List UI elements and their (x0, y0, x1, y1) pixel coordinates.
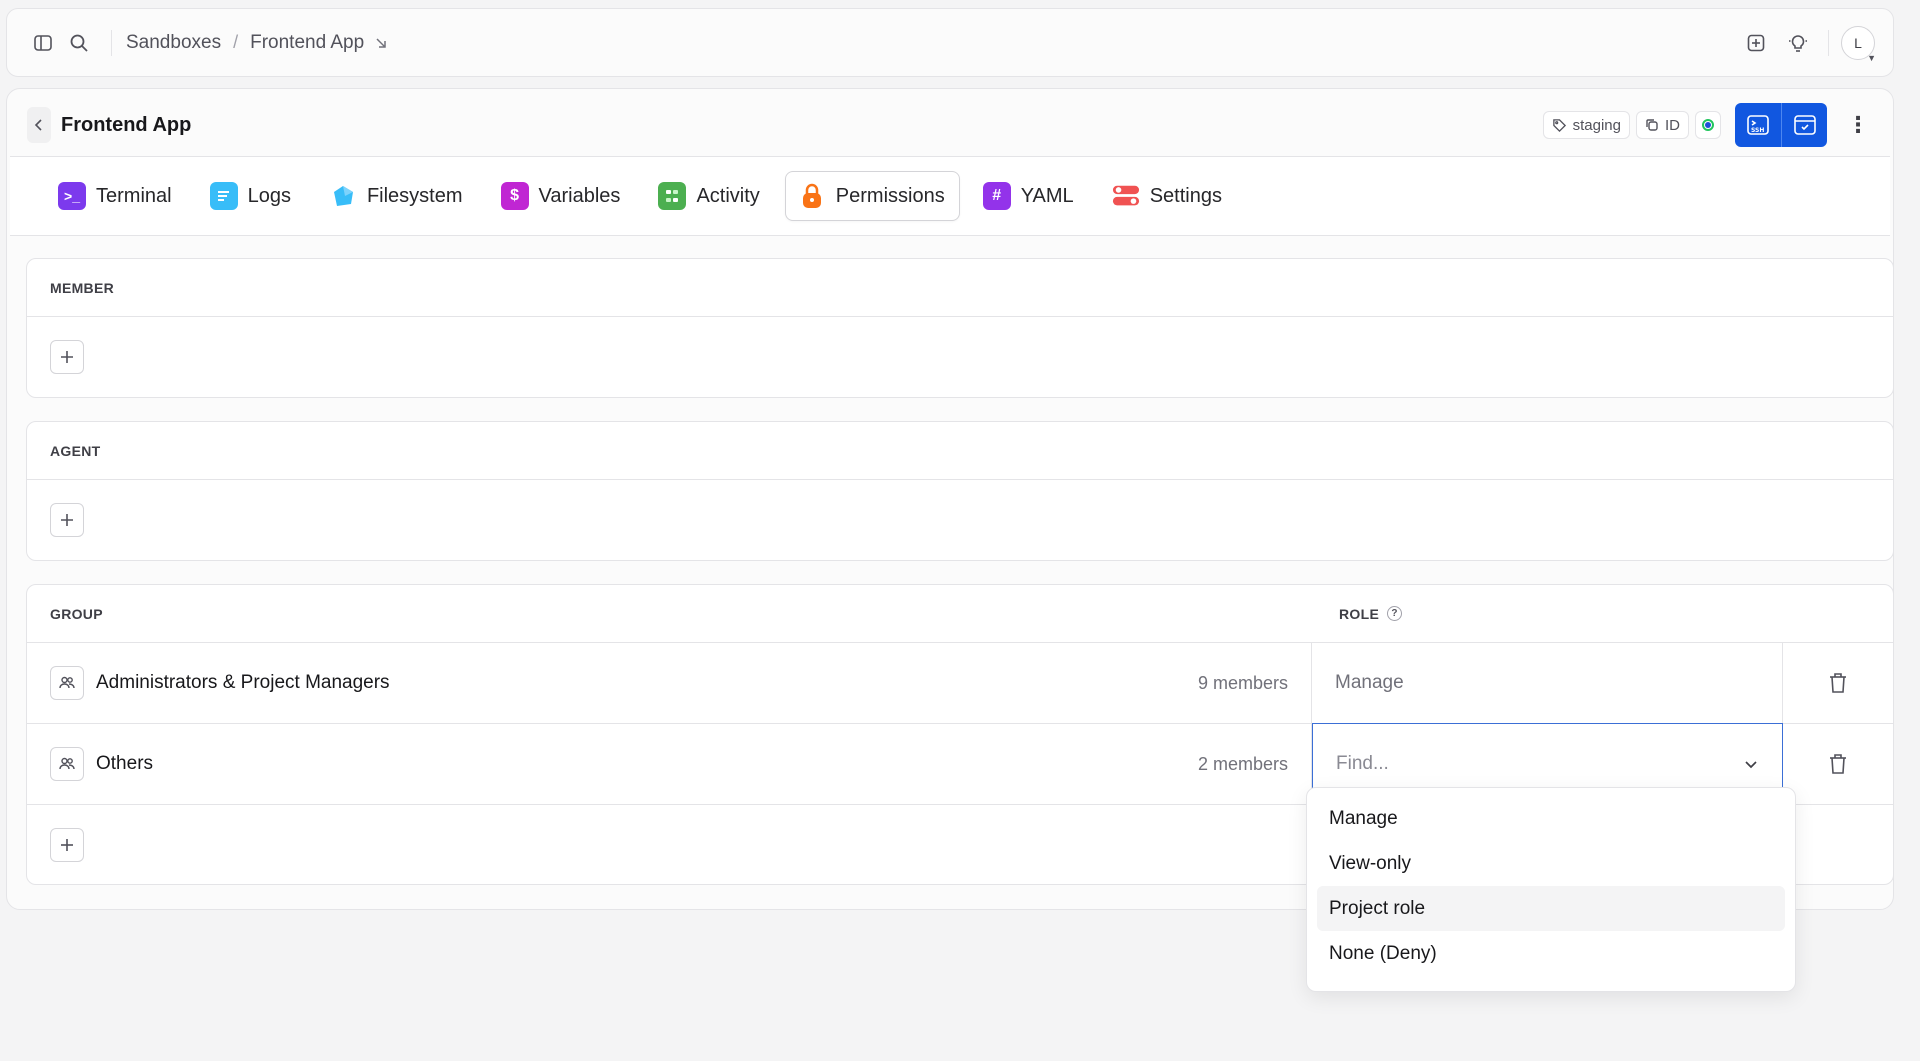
status-dot-icon (1702, 119, 1714, 131)
chevron-down-icon: ▼ (1867, 52, 1876, 63)
trash-icon (1830, 673, 1846, 693)
member-count: 2 members (1197, 753, 1288, 774)
arrow-down-right-icon[interactable] (374, 36, 388, 50)
help-icon[interactable]: ? (1387, 606, 1403, 621)
group-column-title: GROUP (50, 605, 103, 622)
tab-filesystem[interactable]: Filesystem (316, 171, 478, 221)
agent-section-title: AGENT (27, 422, 1893, 480)
filesystem-icon (329, 182, 357, 210)
member-section: MEMBER (26, 258, 1894, 398)
plus-icon (61, 838, 73, 851)
role-option-none-deny[interactable]: None (Deny) (1317, 931, 1785, 976)
tab-label: Logs (247, 184, 291, 207)
tab-label: Settings (1149, 184, 1222, 207)
panel-header: Frontend App staging ID SSH ⋮ (27, 103, 1873, 147)
tab-activity[interactable]: Activity (645, 171, 774, 221)
status-indicator (1695, 111, 1721, 139)
back-chevron-icon[interactable] (27, 107, 51, 143)
users-icon (50, 747, 84, 781)
plus-icon (61, 351, 73, 363)
group-name: Administrators & Project Managers (96, 672, 390, 693)
tab-label: Permissions (835, 184, 945, 207)
avatar-initial: L (1854, 34, 1862, 51)
top-bar: Sandboxes / Frontend App L ▼ (6, 8, 1894, 77)
member-section-title: MEMBER (27, 259, 1893, 317)
dollar-icon: $ (500, 182, 529, 210)
breadcrumb-current[interactable]: Frontend App (250, 32, 364, 54)
tag-icon (1552, 118, 1566, 132)
copy-id-button[interactable]: ID (1636, 111, 1689, 139)
hash-icon: # (982, 182, 1011, 210)
divider (1828, 29, 1829, 56)
ssh-button[interactable]: SSH (1735, 103, 1781, 147)
browser-icon (1793, 115, 1816, 135)
tab-settings[interactable]: Settings (1099, 171, 1237, 221)
tab-terminal[interactable]: >_ Terminal (45, 171, 187, 221)
logs-icon (209, 182, 238, 210)
search-icon[interactable] (61, 25, 97, 61)
role-option-manage[interactable]: Manage (1317, 796, 1785, 841)
chevron-down-icon[interactable] (1744, 754, 1758, 776)
sidebar-toggle-icon[interactable] (25, 25, 61, 61)
avatar[interactable]: L ▼ (1841, 25, 1876, 63)
svg-text:SSH: SSH (1751, 127, 1764, 134)
users-icon (50, 666, 84, 700)
terminal-icon: >_ (58, 182, 86, 210)
tab-label: Terminal (96, 184, 172, 207)
tab-variables[interactable]: $ Variables (488, 171, 636, 221)
add-agent-button[interactable] (50, 503, 84, 537)
browser-button[interactable] (1781, 103, 1827, 147)
add-group-button[interactable] (50, 827, 84, 862)
divider (111, 29, 112, 56)
role-select[interactable]: Manage (1312, 643, 1783, 723)
role-option-project-role[interactable]: Project role (1317, 886, 1785, 931)
role-dropdown-menu: Manage View-only Project role None (Deny… (1306, 787, 1796, 992)
tab-logs[interactable]: Logs (197, 171, 306, 221)
add-square-icon[interactable] (1738, 25, 1774, 61)
group-section-header: GROUP ROLE ? (27, 585, 1893, 643)
tab-bar: >_ Terminal Logs Filesystem $ Variables … (10, 156, 1890, 236)
tab-label: YAML (1020, 184, 1074, 207)
group-row: Administrators & Project Managers 9 memb… (27, 643, 1893, 724)
member-count: 9 members (1197, 672, 1288, 693)
trash-icon (1830, 754, 1846, 774)
tab-label: Filesystem (366, 184, 463, 207)
lightbulb-icon[interactable] (1780, 25, 1816, 61)
env-tag[interactable]: staging (1542, 111, 1630, 139)
tab-permissions[interactable]: Permissions (784, 171, 960, 221)
page-title: Frontend App (61, 113, 192, 136)
delete-row-button[interactable] (1783, 753, 1893, 775)
role-column-title: ROLE (1339, 605, 1380, 622)
id-label: ID (1665, 116, 1680, 134)
group-name: Others (96, 753, 154, 774)
add-member-button[interactable] (50, 340, 84, 374)
lock-icon (798, 182, 826, 210)
role-search-placeholder: Find... (1336, 753, 1389, 774)
role-option-view-only[interactable]: View-only (1317, 841, 1785, 886)
tab-yaml[interactable]: # YAML (970, 171, 1089, 221)
copy-icon (1646, 119, 1658, 131)
plus-icon (61, 514, 73, 526)
agent-section: AGENT (26, 421, 1894, 561)
tab-label: Variables (538, 184, 621, 207)
tab-label: Activity (696, 184, 760, 207)
more-options-icon[interactable]: ⋮ (1843, 103, 1873, 147)
breadcrumb-separator: / (233, 32, 239, 52)
breadcrumb-sandboxes[interactable]: Sandboxes (126, 32, 221, 54)
delete-row-button[interactable] (1783, 672, 1893, 694)
env-tag-label: staging (1572, 116, 1621, 134)
ssh-icon: SSH (1747, 115, 1769, 135)
toggles-icon (1112, 182, 1140, 210)
activity-icon (658, 182, 687, 210)
